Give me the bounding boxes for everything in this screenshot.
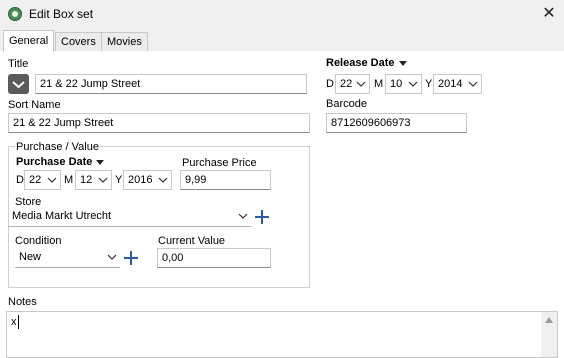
release-day-select[interactable]: 22 [335, 74, 370, 94]
barcode-label: Barcode [326, 98, 367, 110]
chevron-down-icon [408, 81, 418, 87]
sort-name-label: Sort Name [8, 99, 61, 111]
text-cursor [18, 315, 19, 329]
release-month-select[interactable]: 10 [385, 74, 422, 94]
tab-general[interactable]: General [3, 30, 55, 52]
release-year-value: 2014 [438, 78, 463, 90]
store-select[interactable]: Media Markt Utrecht [8, 207, 251, 227]
dropdown-arrow-icon [96, 159, 105, 165]
chevron-down-icon [238, 213, 248, 219]
release-date-label-text: Release Date [326, 57, 395, 69]
notes-textarea[interactable]: x [6, 311, 558, 358]
dropdown-arrow-icon [398, 60, 407, 66]
window-title: Edit Box set [29, 7, 94, 21]
scroll-up-icon[interactable] [545, 317, 553, 323]
chevron-down-icon [356, 81, 366, 87]
chevron-down-icon [468, 81, 478, 87]
purchase-day-prefix: D [16, 174, 24, 186]
add-store-plus-icon[interactable] [255, 210, 269, 224]
purchase-date-label[interactable]: Purchase Date [16, 156, 105, 168]
purchase-price-input[interactable]: 9,99 [180, 170, 271, 190]
release-year-select[interactable]: 2014 [433, 74, 482, 94]
condition-value: New [19, 251, 42, 263]
app-icon [8, 7, 22, 21]
collapse-button[interactable] [8, 74, 29, 94]
purchase-day-select[interactable]: 22 [24, 170, 61, 190]
purchase-month-prefix: M [64, 174, 74, 186]
tab-movies[interactable]: Movies [101, 32, 148, 51]
close-icon[interactable]: ✕ [540, 5, 558, 23]
notes-label: Notes [8, 296, 37, 308]
release-month-prefix: M [374, 78, 384, 90]
tab-covers[interactable]: Covers [55, 32, 102, 51]
purchase-price-label: Purchase Price [182, 157, 257, 169]
condition-label: Condition [15, 235, 62, 247]
chevron-down-icon [98, 177, 108, 183]
release-day-value: 22 [340, 78, 353, 90]
current-value-label: Current Value [158, 235, 226, 247]
store-value: Media Markt Utrecht [12, 210, 112, 222]
chevron-down-icon [158, 177, 168, 183]
purchase-month-value: 12 [80, 174, 93, 186]
sort-name-input[interactable]: 21 & 22 Jump Street [8, 113, 310, 133]
release-month-value: 10 [390, 78, 403, 90]
purchase-year-value: 2016 [128, 174, 153, 186]
purchase-month-select[interactable]: 12 [75, 170, 112, 190]
notes-text: x [11, 316, 17, 328]
release-date-label[interactable]: Release Date [326, 57, 407, 69]
purchase-value-group-label: Purchase / Value [15, 141, 100, 153]
barcode-input[interactable]: 8712609606973 [326, 113, 467, 133]
title-input[interactable]: 21 & 22 Jump Street [35, 74, 307, 94]
purchase-day-value: 22 [29, 174, 42, 186]
chevron-down-icon [12, 81, 25, 89]
chevron-down-icon [47, 177, 57, 183]
current-value-input[interactable]: 0,00 [157, 248, 271, 268]
purchase-year-select[interactable]: 2016 [123, 170, 172, 190]
chevron-down-icon [107, 254, 117, 260]
purchase-year-prefix: Y [115, 174, 123, 186]
add-condition-plus-icon[interactable] [124, 251, 138, 265]
purchase-date-label-text: Purchase Date [16, 156, 93, 168]
title-label: Title [8, 58, 29, 70]
release-day-prefix: D [326, 78, 334, 90]
condition-select[interactable]: New [15, 248, 120, 268]
release-year-prefix: Y [425, 78, 433, 90]
notes-scrollbar[interactable] [541, 312, 557, 357]
